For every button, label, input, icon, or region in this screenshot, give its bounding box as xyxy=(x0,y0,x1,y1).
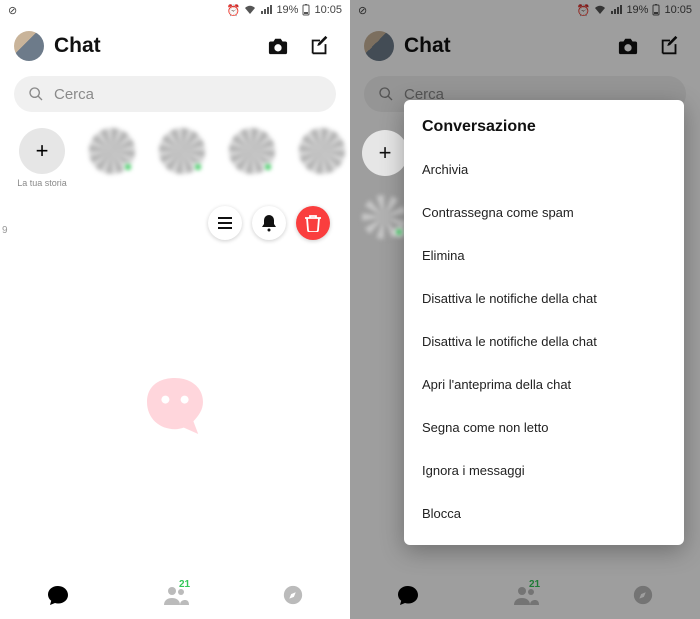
tab-people[interactable]: 21 xyxy=(163,585,189,605)
your-story-label: La tua storia xyxy=(17,178,67,188)
sheet-title: Conversazione xyxy=(422,118,666,136)
sheet-item-unread[interactable]: Segna come non letto xyxy=(422,406,666,449)
conversation-avatar xyxy=(362,195,406,239)
page-title: Chat xyxy=(54,34,252,58)
profile-avatar[interactable] xyxy=(14,31,44,61)
search-input[interactable]: Cerca xyxy=(14,76,336,112)
battery-percent: 19% xyxy=(276,4,298,16)
wifi-icon xyxy=(244,5,256,15)
notifications-button[interactable] xyxy=(252,206,286,240)
sheet-item-delete[interactable]: Elimina xyxy=(422,234,666,277)
story-item[interactable] xyxy=(224,128,280,188)
signal-icon xyxy=(260,5,272,15)
screen-right: ⊘ ⏰ 19% 10:05 Chat xyxy=(350,0,700,619)
online-dot-icon xyxy=(123,162,133,172)
watermark-icon xyxy=(135,366,215,446)
content-area xyxy=(0,240,350,571)
conversation-actions xyxy=(0,192,350,240)
stray-number: 9 xyxy=(2,225,8,236)
sheet-item-mute[interactable]: Disattiva le notifiche della chat xyxy=(422,277,666,320)
battery-icon xyxy=(302,4,310,16)
sheet-item-archive[interactable]: Archivia xyxy=(422,148,666,191)
screen-left: ⊘ ⏰ 19% 10:05 Chat xyxy=(0,0,350,619)
sheet-item-block[interactable]: Blocca xyxy=(422,492,666,535)
menu-button[interactable] xyxy=(208,206,242,240)
status-left-icon: ⊘ xyxy=(8,4,17,17)
tab-discover[interactable] xyxy=(282,584,304,606)
story-item[interactable] xyxy=(84,128,140,188)
plus-icon: + xyxy=(19,128,65,174)
sheet-item-preview[interactable]: Apri l'anteprima della chat xyxy=(422,363,666,406)
status-bar: ⊘ ⏰ 19% 10:05 xyxy=(0,0,350,20)
header: Chat xyxy=(0,20,350,68)
compose-button[interactable] xyxy=(304,30,336,62)
sheet-item-ignore[interactable]: Ignora i messaggi xyxy=(422,449,666,492)
search-placeholder: Cerca xyxy=(54,86,94,103)
sheet-item-spam[interactable]: Contrassegna come spam xyxy=(422,191,666,234)
bottom-nav: 21 xyxy=(0,571,350,619)
camera-button[interactable] xyxy=(262,30,294,62)
sheet-item-mute2[interactable]: Disattiva le notifiche della chat xyxy=(422,320,666,363)
online-dot-icon xyxy=(394,227,404,237)
online-dot-icon xyxy=(263,162,273,172)
status-time: 10:05 xyxy=(314,4,342,16)
your-story-under-overlay: + xyxy=(362,130,408,176)
online-dot-icon xyxy=(193,162,203,172)
tab-chats[interactable] xyxy=(46,583,70,607)
conversation-action-sheet: Conversazione Archivia Contrassegna come… xyxy=(404,100,684,545)
alarm-icon: ⏰ xyxy=(227,4,241,17)
story-item[interactable] xyxy=(154,128,210,188)
delete-button[interactable] xyxy=(296,206,330,240)
your-story[interactable]: + La tua storia xyxy=(14,128,70,188)
story-item[interactable] xyxy=(294,128,350,188)
stories-row: + La tua storia xyxy=(0,120,350,192)
search-icon xyxy=(28,86,44,102)
people-badge: 21 xyxy=(179,579,190,590)
